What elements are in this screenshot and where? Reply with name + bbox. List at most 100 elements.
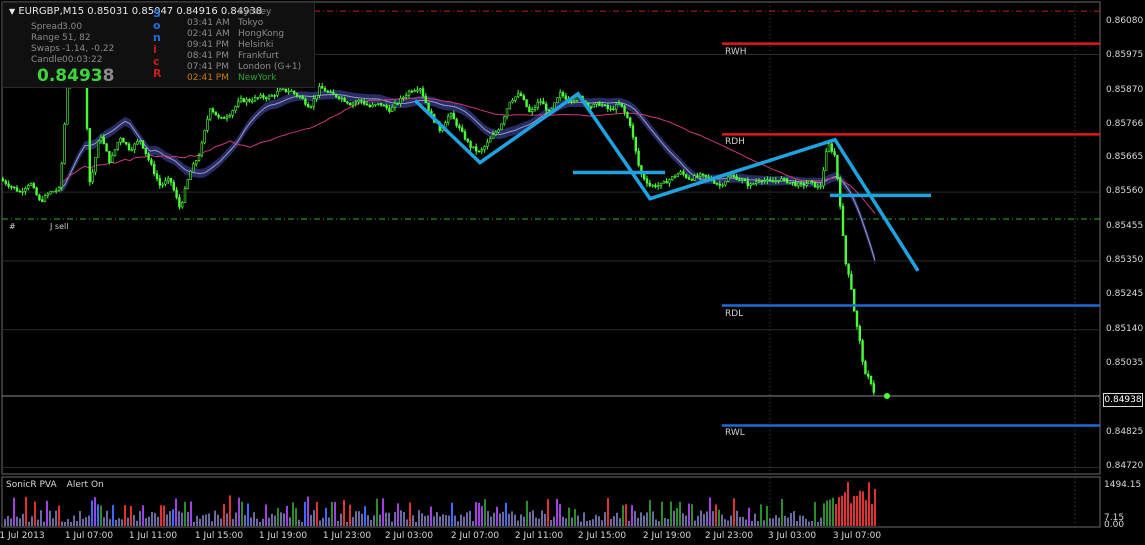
candle-body xyxy=(186,179,189,189)
info-row-candle: Candle 00:03:22 xyxy=(31,55,103,65)
candle-body xyxy=(659,182,663,186)
chart-window[interactable]: ▼ EURGBP,M15 0.85031 0.85047 0.84916 0.8… xyxy=(0,0,1145,545)
volume-bar xyxy=(850,503,852,526)
volume-bar xyxy=(661,501,663,526)
candle-body xyxy=(477,150,481,153)
volume-bar xyxy=(808,521,810,526)
candle-body xyxy=(844,235,848,265)
price-axis-label: 0.84720 xyxy=(1106,461,1144,472)
candle-body xyxy=(119,137,122,143)
candle-body xyxy=(346,101,349,104)
candle-body xyxy=(749,183,752,186)
volume-bar xyxy=(133,514,135,526)
volume-bar xyxy=(823,503,825,526)
candle-body xyxy=(158,178,161,186)
candle-body xyxy=(323,88,327,92)
volume-bar xyxy=(637,517,639,526)
candle-body xyxy=(847,263,850,275)
candle-body xyxy=(15,187,19,192)
candle-body xyxy=(29,183,33,186)
volume-bar xyxy=(283,513,285,526)
dropdown-icon[interactable]: ▼ xyxy=(9,7,15,16)
session-row: 02:41 PM NewYork xyxy=(187,73,277,83)
candle-body xyxy=(24,187,27,192)
candle-body xyxy=(648,182,652,186)
volume-bar xyxy=(262,518,264,526)
volume-bar xyxy=(412,515,414,526)
volume-bar xyxy=(685,515,687,526)
volume-bar xyxy=(667,518,669,526)
candle-body xyxy=(760,180,764,183)
volume-bar xyxy=(64,521,66,526)
candle-body xyxy=(264,97,268,100)
candle-body xyxy=(1,178,5,182)
session-row: 03:41 AM Tokyo xyxy=(187,18,264,28)
volume-bar xyxy=(337,520,339,526)
candle-body xyxy=(606,104,610,109)
volume-bar xyxy=(310,514,312,526)
candle-body xyxy=(326,90,329,93)
candle-body xyxy=(483,146,486,150)
candle-body xyxy=(855,310,859,327)
candle-body xyxy=(808,180,811,184)
volume-bar xyxy=(367,515,369,526)
candle-body xyxy=(242,98,245,103)
volume-bar xyxy=(859,490,861,526)
price-axis-label: 0.85035 xyxy=(1106,358,1144,369)
candle-body xyxy=(203,130,206,144)
volume-bar xyxy=(385,512,387,526)
candle-body xyxy=(4,180,8,185)
candle-body xyxy=(810,180,814,183)
candle-body xyxy=(192,163,195,172)
volume-bar xyxy=(631,505,633,526)
candle-body xyxy=(474,146,478,152)
volume-bar xyxy=(214,510,216,526)
volume-bar xyxy=(43,521,45,526)
volume-bar xyxy=(862,491,864,526)
candle-body xyxy=(334,93,338,98)
price-axis-label: 0.85245 xyxy=(1106,289,1144,300)
candle-body xyxy=(654,184,657,188)
candle-body xyxy=(304,98,307,105)
volume-bar xyxy=(868,482,870,526)
candle-body xyxy=(472,146,475,148)
candle-body xyxy=(796,182,800,187)
volume-bar xyxy=(331,501,333,526)
volume-bar xyxy=(10,518,12,526)
volume-bar xyxy=(76,520,78,526)
volume-bar xyxy=(541,510,543,526)
candle-body xyxy=(287,90,290,93)
volume-bar xyxy=(406,519,408,526)
candle-body xyxy=(626,112,629,119)
candle-body xyxy=(463,131,467,140)
volume-bar xyxy=(478,502,480,526)
volume-bar xyxy=(253,512,255,526)
candle-body xyxy=(670,176,674,180)
candle-body xyxy=(721,184,724,187)
candle-body xyxy=(777,180,780,182)
candle-body xyxy=(662,180,666,184)
candle-body xyxy=(385,104,388,109)
volume-bar xyxy=(592,519,594,526)
volume-bar xyxy=(193,521,195,526)
candle-body xyxy=(444,122,447,128)
candle-body xyxy=(656,185,660,188)
volume-bar xyxy=(844,492,846,526)
candle-body xyxy=(564,95,568,100)
volume-bar xyxy=(274,515,276,526)
candle-body xyxy=(788,181,792,184)
volume-bar xyxy=(205,514,207,526)
volume-bar xyxy=(163,505,165,526)
volume-bar xyxy=(520,514,522,526)
volume-bar xyxy=(460,514,462,526)
volume-bar xyxy=(469,510,471,526)
candle-body xyxy=(539,101,542,103)
volume-bar xyxy=(769,518,771,526)
candle-body xyxy=(466,139,469,142)
candle-body xyxy=(570,100,573,103)
candle-body xyxy=(558,92,562,99)
volume-bar xyxy=(13,497,15,526)
candle-body xyxy=(724,180,727,186)
trade-marker: # xyxy=(9,222,16,231)
candle-body xyxy=(715,183,719,185)
